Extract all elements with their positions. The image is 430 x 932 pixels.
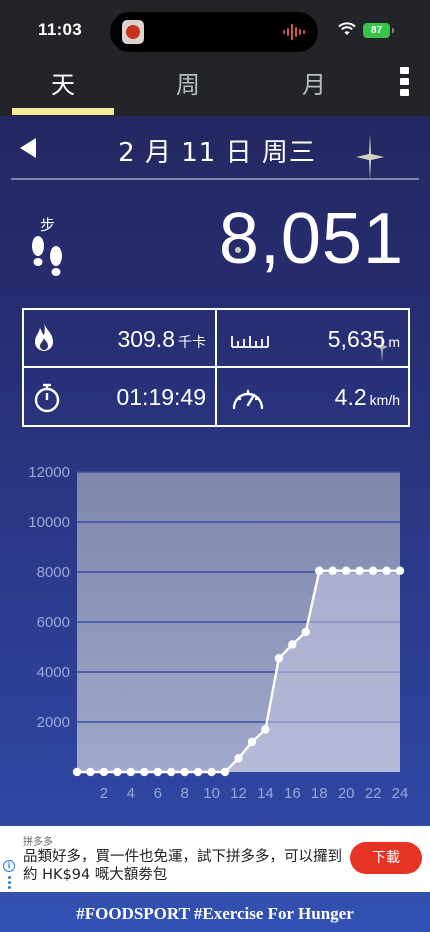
data-point — [72, 767, 82, 777]
x-tick-label: 24 — [392, 785, 409, 802]
data-point — [261, 725, 270, 734]
data-point — [113, 767, 122, 777]
hourly-steps-chart: 12000100008000600040002000 2 4 6 8 10 12 14 16 1… — [28, 464, 409, 802]
flame-icon — [35, 323, 53, 351]
wifi-icon — [338, 22, 356, 35]
steps-count: 8,051 — [218, 199, 404, 279]
y-tick-label: 10000 — [28, 514, 70, 531]
stopwatch-icon — [34, 383, 60, 413]
x-tick-label: 10 — [203, 785, 220, 802]
data-point — [328, 566, 337, 575]
duration-value: 01:19:49 — [116, 384, 206, 410]
x-tick-label: 4 — [127, 785, 135, 802]
duration-stat: 01:19:49 — [84, 384, 206, 411]
y-tick-label: 2000 — [37, 714, 70, 731]
data-point — [274, 654, 284, 663]
data-point — [86, 767, 95, 777]
tab-day[interactable]: 天 — [13, 70, 113, 110]
x-tick-label: 12 — [230, 785, 247, 802]
calories-unit: 千卡 — [178, 334, 206, 350]
ruler-icon — [231, 336, 269, 348]
ad-banner[interactable]: i 拼多多 品類好多，買一件也免運，試下拼多多，可以攞到約 HK$94 嘅大額劵… — [0, 826, 430, 892]
distance-unit: m — [388, 334, 400, 350]
x-tick-label: 2 — [100, 785, 108, 802]
calories-value: 309.8 — [117, 326, 175, 352]
x-tick-label: 16 — [284, 785, 301, 802]
footprints-icon — [32, 236, 62, 276]
x-tick-label: 6 — [154, 785, 162, 802]
y-tick-label: 6000 — [37, 614, 70, 631]
data-point — [180, 767, 189, 777]
tab-week[interactable]: 周 — [138, 70, 238, 110]
speed-value: 4.2 — [334, 384, 367, 410]
data-point — [341, 566, 351, 575]
x-tick-label: 20 — [338, 785, 355, 802]
data-point — [167, 767, 176, 777]
ad-info-icon[interactable]: i — [3, 860, 15, 872]
data-point — [207, 767, 216, 777]
sparkle-decoration — [235, 247, 241, 253]
speedometer-icon — [232, 389, 264, 410]
speed-unit: km/h — [369, 392, 400, 408]
data-point — [140, 767, 149, 777]
audio-wave-icon — [283, 24, 305, 40]
stats-grid: 309.8 千卡 5,635 m 01:19:49 4.2 km/h — [22, 308, 410, 427]
x-tick-label: 8 — [180, 785, 188, 802]
data-point — [301, 627, 310, 637]
grid-divider — [24, 366, 408, 368]
data-point — [288, 640, 297, 649]
data-point — [355, 566, 364, 575]
active-tab-indicator — [12, 108, 114, 115]
data-point — [315, 566, 324, 575]
data-point — [99, 767, 109, 777]
ad-advertiser: 拼多多 — [23, 837, 53, 848]
status-bar: 11:03 87 — [0, 0, 430, 62]
x-tick-label: 22 — [365, 785, 382, 802]
data-point — [193, 767, 203, 777]
data-point — [234, 754, 243, 763]
y-tick-label: 4000 — [37, 664, 70, 681]
battery-indicator: 87 — [363, 23, 394, 38]
period-tab-bar: 天 周 月 — [0, 62, 430, 116]
data-point — [368, 566, 378, 575]
ad-download-button[interactable]: 下載 — [350, 842, 422, 874]
data-point — [395, 566, 405, 575]
x-tick-label: 18 — [311, 785, 328, 802]
speed-stat: 4.2 km/h — [286, 384, 400, 411]
data-point — [382, 566, 391, 575]
more-menu-button[interactable] — [394, 64, 414, 98]
footer-slogan: #FOODSPORT #Exercise For Hunger — [76, 904, 354, 923]
data-point — [220, 767, 230, 777]
x-tick-label: 14 — [257, 785, 274, 802]
ad-options-icon[interactable] — [8, 876, 11, 891]
status-time: 11:03 — [38, 20, 83, 39]
tab-month[interactable]: 月 — [264, 70, 364, 110]
data-point — [126, 767, 136, 777]
app-screen: 11:03 87 天 周 月 2 月 11 日 周三 步 8,051 309.8… — [0, 0, 430, 932]
ad-text: 品類好多，買一件也免運，試下拼多多，可以攞到約 HK$94 嘅大額劵包 — [23, 849, 342, 883]
calories-stat: 309.8 千卡 — [84, 326, 206, 353]
dynamic-island — [110, 12, 318, 52]
sparkle-decoration — [356, 134, 384, 180]
data-point — [247, 737, 257, 747]
sparkle-decoration — [376, 332, 388, 362]
y-tick-label: 12000 — [28, 464, 70, 481]
y-tick-label: 8000 — [37, 564, 70, 581]
data-point — [153, 767, 162, 777]
live-activity-app-icon — [122, 20, 144, 44]
